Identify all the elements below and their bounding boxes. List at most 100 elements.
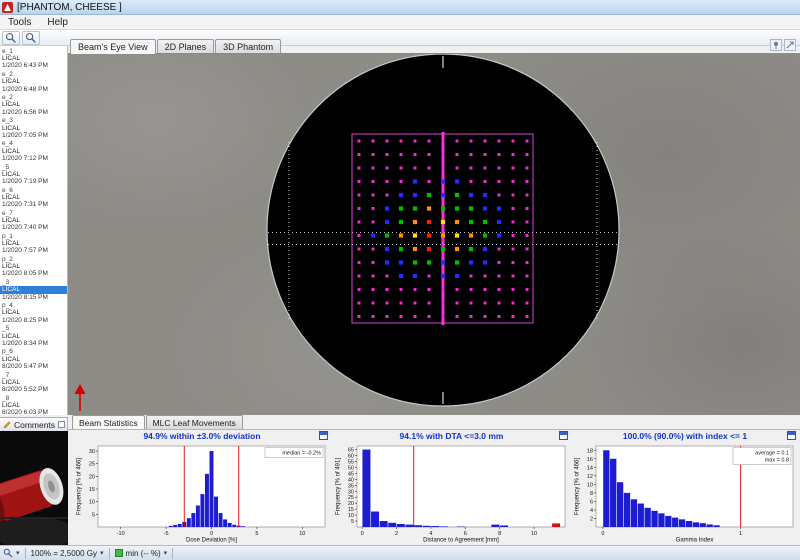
display-mode-value[interactable]: min (-- %) xyxy=(126,549,161,558)
beam-name[interactable]: e_7 xyxy=(0,210,67,217)
beam-name[interactable]: p_6 xyxy=(0,348,67,355)
beam-name[interactable]: _8 xyxy=(0,395,67,402)
zoom-dropdown-caret[interactable]: ▾ xyxy=(16,549,20,557)
beam-type[interactable]: LICAL xyxy=(0,148,67,155)
beam-name[interactable]: _5 xyxy=(0,164,67,171)
maximize-gamma-chart-icon[interactable] xyxy=(787,431,796,440)
comments-tab[interactable]: Comments xyxy=(0,417,68,431)
tab-3d-phantom[interactable]: 3D Phantom xyxy=(215,39,281,53)
beam-list-item[interactable]: _5LICAL1/2020 8:34 PM xyxy=(0,325,67,347)
status-zoom-icon[interactable] xyxy=(3,548,13,558)
maximize-dose-chart-icon[interactable] xyxy=(319,431,328,440)
beam-type[interactable]: LICAL xyxy=(0,55,67,62)
beam-list-item[interactable]: e_2LICAL1/2020 6:48 PM xyxy=(0,71,67,93)
beam-name[interactable]: p_4 xyxy=(0,302,67,309)
beam-list-item[interactable]: e_1LICAL1/2020 6:43 PM xyxy=(0,48,67,70)
beam-type[interactable]: LICAL xyxy=(0,402,67,409)
svg-text:0: 0 xyxy=(361,531,364,537)
tab-mlc-leaf-movements[interactable]: MLC Leaf Movements xyxy=(146,415,243,429)
beam-type[interactable]: LICAL xyxy=(0,333,67,340)
beam-type[interactable]: LICAL xyxy=(0,286,67,293)
beam-list-item[interactable]: e_3LICAL1/2020 7:05 PM xyxy=(0,117,67,139)
tab-beam-statistics[interactable]: Beam Statistics xyxy=(72,415,145,429)
beam-list-item[interactable]: _5LICAL1/2020 7:19 PM xyxy=(0,164,67,186)
beam-name[interactable]: e_1 xyxy=(0,48,67,55)
beam-list-item[interactable]: p_4LICAL1/2020 8:25 PM xyxy=(0,302,67,324)
beam-time[interactable]: 8/2020 5:52 PM xyxy=(0,386,67,393)
title-bar: [PHANTOM, CHEESE ] xyxy=(0,0,800,15)
beam-type[interactable]: LICAL xyxy=(0,379,67,386)
beam-list-item[interactable]: e_6LICAL1/2020 7:31 PM xyxy=(0,187,67,209)
beam-name[interactable]: e_2 xyxy=(0,94,67,101)
beams-eye-view-canvas[interactable] xyxy=(68,53,800,415)
tab-2d-planes[interactable]: 2D Planes xyxy=(157,39,215,53)
beam-type[interactable]: LICAL xyxy=(0,125,67,132)
beam-list-item[interactable]: e_7LICAL1/2020 7:40 PM xyxy=(0,210,67,232)
beam-list-item[interactable]: p_1LICAL1/2020 7:57 PM xyxy=(0,233,67,255)
beam-time[interactable]: 1/2020 6:56 PM xyxy=(0,109,67,116)
expand-view-icon[interactable] xyxy=(784,39,796,51)
beam-time[interactable]: 1/2020 7:40 PM xyxy=(0,224,67,231)
beam-name[interactable]: p_2 xyxy=(0,256,67,263)
beam-list-item[interactable]: e_2LICAL1/2020 6:56 PM xyxy=(0,94,67,116)
beam-list-item[interactable]: _8LICAL8/2020 6:03 PM xyxy=(0,395,67,415)
beam-name[interactable]: _5 xyxy=(0,325,67,332)
beam-type[interactable]: LICAL xyxy=(0,356,67,363)
display-mode-caret[interactable]: ▾ xyxy=(164,549,168,557)
beam-time[interactable]: 8/2020 5:47 PM xyxy=(0,363,67,370)
beam-list-item[interactable]: _3LICAL1/2020 8:15 PM xyxy=(0,279,67,301)
beam-type[interactable]: LICAL xyxy=(0,194,67,201)
svg-text:0: 0 xyxy=(601,531,604,537)
beam-time[interactable]: 1/2020 6:43 PM xyxy=(0,62,67,69)
zoom-out-button[interactable] xyxy=(22,31,40,45)
beam-list-item[interactable]: p_6LICAL8/2020 5:47 PM xyxy=(0,348,67,370)
beam-name[interactable]: p_1 xyxy=(0,233,67,240)
dose-scale-value[interactable]: 100% = 2,5000 Gy xyxy=(31,549,98,558)
beam-name[interactable]: _7 xyxy=(0,372,67,379)
beam-type[interactable]: LICAL xyxy=(0,171,67,178)
beam-name[interactable]: e_3 xyxy=(0,117,67,124)
beam-list[interactable]: e_1LICAL1/2020 6:43 PMe_2LICAL1/2020 6:4… xyxy=(0,46,68,415)
beam-time[interactable]: 1/2020 8:15 PM xyxy=(0,294,67,301)
beam-list-item[interactable]: _7LICAL8/2020 5:52 PM xyxy=(0,372,67,394)
svg-text:Frequency [% of 466]: Frequency [% of 466] xyxy=(575,458,581,515)
beam-name[interactable]: _3 xyxy=(0,279,67,286)
beam-list-item[interactable]: e_4LICAL1/2020 7:12 PM xyxy=(0,140,67,162)
display-mode-icon[interactable] xyxy=(115,549,123,557)
beam-time[interactable]: 1/2020 7:12 PM xyxy=(0,155,67,162)
pin-icon[interactable] xyxy=(770,39,782,51)
beam-type[interactable]: LICAL xyxy=(0,240,67,247)
beam-type[interactable]: LICAL xyxy=(0,78,67,85)
beam-name[interactable]: e_6 xyxy=(0,187,67,194)
beam-time[interactable]: 1/2020 7:31 PM xyxy=(0,201,67,208)
menu-item-help[interactable]: Help xyxy=(39,16,76,29)
beam-name[interactable]: e_4 xyxy=(0,140,67,147)
dose-scale-caret[interactable]: ▾ xyxy=(100,549,104,557)
beam-time[interactable]: 1/2020 7:57 PM xyxy=(0,247,67,254)
svg-text:0: 0 xyxy=(210,531,213,537)
beam-type[interactable]: LICAL xyxy=(0,217,67,224)
tab-beams-eye-view[interactable]: Beam's Eye View xyxy=(70,39,156,54)
beam-list-item[interactable]: p_2LICAL1/2020 8:05 PM xyxy=(0,256,67,278)
beam-time[interactable]: 1/2020 8:25 PM xyxy=(0,317,67,324)
beam-time[interactable]: 1/2020 8:34 PM xyxy=(0,340,67,347)
svg-text:40: 40 xyxy=(348,477,354,483)
svg-text:8: 8 xyxy=(590,491,593,497)
magnifier-plus-icon xyxy=(5,32,17,44)
beam-type[interactable]: LICAL xyxy=(0,101,67,108)
beam-time[interactable]: 1/2020 7:05 PM xyxy=(0,132,67,139)
beam-time[interactable]: 1/2020 6:48 PM xyxy=(0,86,67,93)
beam-type[interactable]: LICAL xyxy=(0,263,67,270)
zoom-in-button[interactable] xyxy=(2,31,20,45)
status-separator xyxy=(25,548,26,559)
beam-name[interactable]: e_2 xyxy=(0,71,67,78)
comments-expand-icon[interactable] xyxy=(58,421,65,428)
beam-type[interactable]: LICAL xyxy=(0,309,67,316)
beam-time[interactable]: 8/2020 6:03 PM xyxy=(0,409,67,415)
magnifier-minus-icon xyxy=(25,32,37,44)
beam-time[interactable]: 1/2020 8:05 PM xyxy=(0,270,67,277)
svg-text:65: 65 xyxy=(348,448,354,454)
menu-item-tools[interactable]: Tools xyxy=(0,16,39,29)
beam-time[interactable]: 1/2020 7:19 PM xyxy=(0,178,67,185)
maximize-dta-chart-icon[interactable] xyxy=(559,431,568,440)
